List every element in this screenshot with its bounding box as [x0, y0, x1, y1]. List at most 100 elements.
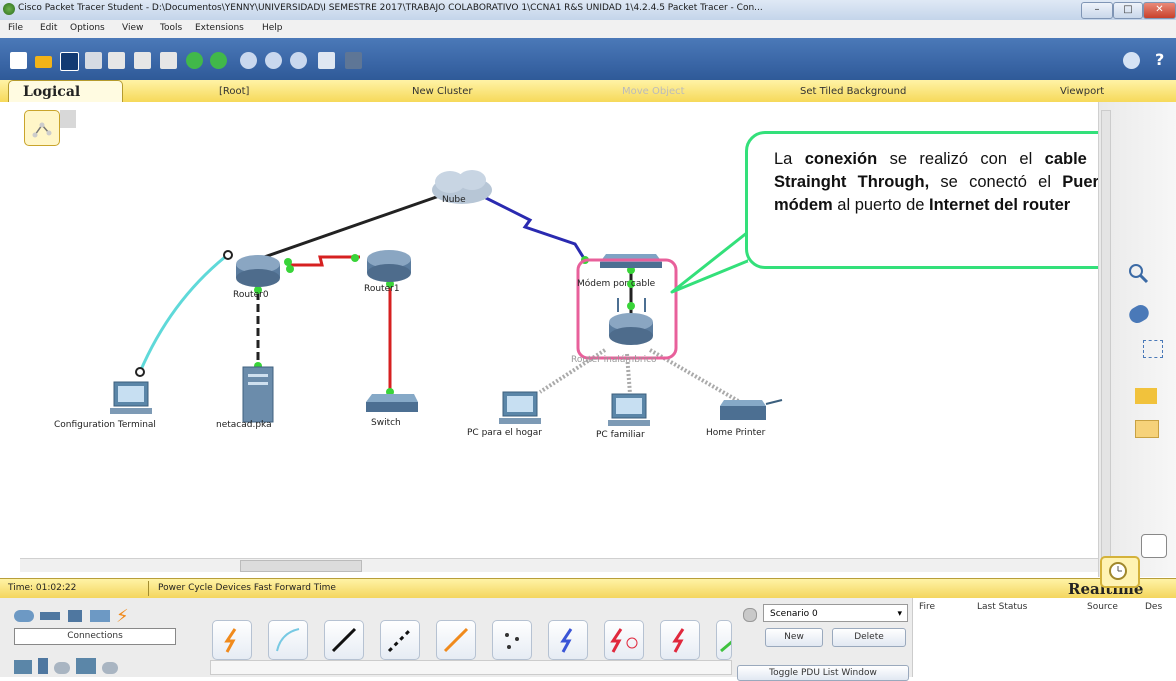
delete-tool-icon[interactable] [1126, 302, 1152, 326]
col-last-status: Last Status [977, 602, 1028, 612]
link-nube-modem [477, 192, 587, 261]
copy-icon[interactable] [134, 52, 151, 69]
add-complex-pdu-icon[interactable] [1135, 420, 1159, 438]
coaxial-tile[interactable] [548, 620, 588, 660]
connections-category-icon[interactable]: ⚡ [116, 606, 129, 627]
new-scenario-button[interactable]: New [765, 628, 823, 647]
maximize-button[interactable]: □ [1113, 2, 1143, 19]
root-link[interactable]: [Root] [219, 86, 249, 97]
octal-tile[interactable] [716, 620, 732, 660]
scenario-value: Scenario 0 [770, 609, 818, 619]
console-dot [135, 367, 145, 377]
server-icon [242, 366, 274, 423]
custom-made-icon[interactable] [76, 658, 96, 674]
scenario-icon [743, 608, 757, 622]
custom-devices-icon[interactable] [345, 52, 362, 69]
callout-text: se conectó el [929, 173, 1063, 191]
open-folder-icon[interactable] [35, 56, 52, 68]
switches-category-icon[interactable] [40, 612, 60, 620]
menu-edit[interactable]: Edit [40, 23, 57, 33]
simulation-mode-icon[interactable] [1141, 534, 1167, 558]
automatic-connection-tile[interactable] [212, 620, 252, 660]
add-simple-pdu-icon[interactable] [1135, 388, 1157, 404]
hubs-category-icon[interactable] [68, 610, 82, 622]
drawing-palette-icon[interactable] [318, 52, 335, 69]
label-config-terminal: Configuration Terminal [54, 420, 156, 430]
label-switch: Switch [371, 418, 401, 428]
tab-logical[interactable]: Logical [8, 80, 123, 102]
menu-view[interactable]: View [122, 23, 143, 33]
power-cycle-fast-forward[interactable]: Power Cycle Devices Fast Forward Time [158, 583, 336, 593]
copper-cross-over-tile[interactable] [380, 620, 420, 660]
end-devices-icon[interactable] [14, 660, 32, 674]
menu-extensions[interactable]: Extensions [195, 23, 244, 33]
menu-tools[interactable]: Tools [160, 23, 182, 33]
callout-text: La [774, 150, 805, 168]
title-bar: Cisco Packet Tracer Student - D:\Documen… [0, 0, 1176, 21]
link-dot [351, 254, 359, 262]
save-icon[interactable] [60, 52, 79, 71]
wan-emulation-icon[interactable] [54, 662, 70, 674]
fiber-tile[interactable] [436, 620, 476, 660]
menu-help[interactable]: Help [262, 23, 283, 33]
zoom-out-icon[interactable] [290, 52, 307, 69]
time-display: Time: 01:02:22 [8, 583, 77, 593]
activity-wizard-icon[interactable] [108, 52, 125, 69]
copper-straight-tile[interactable] [324, 620, 364, 660]
zoom-tool-icon[interactable] [1127, 262, 1149, 284]
wireless-category-icon[interactable] [90, 610, 110, 622]
horizontal-scrollbar[interactable] [20, 558, 1098, 572]
link-dot [286, 265, 294, 273]
scenario-select[interactable]: Scenario 0 ▾ [763, 604, 908, 622]
minimize-button[interactable]: – [1081, 2, 1113, 19]
link-console [138, 255, 226, 373]
label-pc-hogar: PC para el hogar [467, 428, 542, 438]
toggle-pdu-list-button[interactable]: Toggle PDU List Window [737, 665, 909, 681]
connections-scrollbar[interactable] [210, 660, 732, 675]
callout-text: al puerto de [832, 196, 930, 214]
label-wireless-router: Router inalámbrico [571, 355, 657, 365]
pc-familiar-icon [608, 393, 650, 426]
serial-dte-tile[interactable] [660, 620, 700, 660]
move-object-button[interactable]: Move Object [622, 86, 685, 97]
menu-options[interactable]: Options [70, 23, 105, 33]
resize-shape-icon[interactable] [1143, 340, 1163, 358]
set-tiled-background-button[interactable]: Set Tiled Background [800, 86, 906, 97]
multiuser-icon[interactable] [102, 662, 118, 674]
console-cable-tile[interactable] [268, 620, 308, 660]
scroll-thumb[interactable] [240, 560, 362, 572]
redo-icon[interactable] [210, 52, 227, 69]
right-tool-panel [1098, 102, 1176, 577]
delete-scenario-button[interactable]: Delete [832, 628, 906, 647]
zoom-in-icon[interactable] [240, 52, 257, 69]
viewport-button[interactable]: Viewport [1060, 86, 1104, 97]
new-cluster-button[interactable]: New Cluster [412, 86, 472, 97]
serial-dce-tile[interactable] [604, 620, 644, 660]
new-file-icon[interactable] [10, 52, 27, 69]
link-router0-router1 [288, 255, 360, 267]
main-toolbar: ? [0, 38, 1176, 80]
realtime-clock-icon[interactable] [1100, 556, 1140, 588]
device-category-icons: ⚡ [14, 606, 174, 627]
end-device-icons [14, 656, 174, 676]
menu-file[interactable]: File [8, 23, 23, 33]
divider [148, 581, 149, 596]
undo-icon[interactable] [186, 52, 203, 69]
paste-icon[interactable] [160, 52, 177, 69]
print-icon[interactable] [85, 52, 102, 69]
printer-icon [720, 399, 783, 420]
link-nube-router0 [249, 192, 446, 264]
label-router1: Router1 [364, 284, 400, 294]
phone-tile[interactable] [492, 620, 532, 660]
help-icon[interactable]: ? [1155, 50, 1164, 69]
pdu-table: Fire Last Status Source Des [912, 598, 1176, 677]
link-dot [284, 258, 292, 266]
server-category-icon[interactable] [38, 658, 48, 674]
zoom-reset-icon[interactable] [265, 52, 282, 69]
routers-category-icon[interactable] [14, 610, 34, 622]
vertical-scrollbar[interactable] [1101, 110, 1111, 562]
col-fire: Fire [919, 602, 936, 612]
category-label: Connections [14, 628, 176, 645]
close-button[interactable]: ✕ [1143, 2, 1176, 19]
info-icon[interactable] [1123, 52, 1140, 69]
